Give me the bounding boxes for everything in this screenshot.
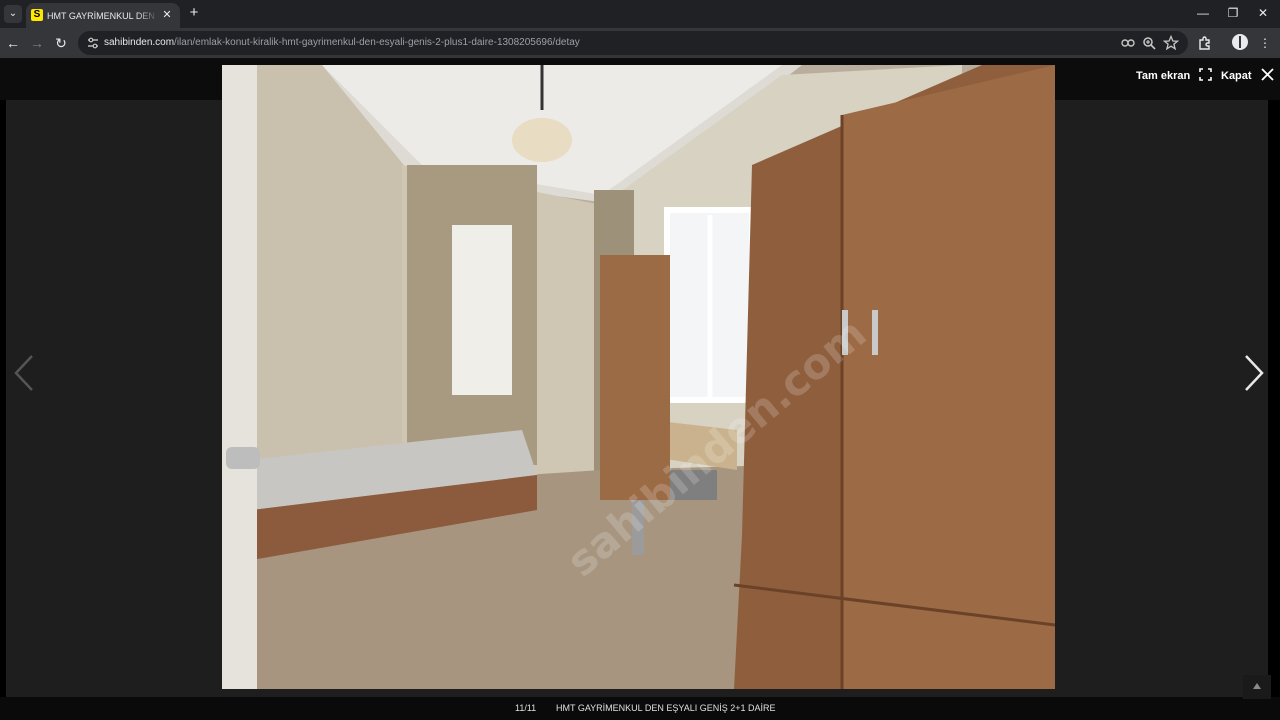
previous-photo-chevron-icon[interactable] [10, 348, 40, 398]
caption-bar: 11/11 HMT GAYRİMENKUL DEN EŞYALI GENİŞ 2… [0, 697, 1280, 720]
photo-counter: 11/11 [515, 703, 537, 713]
address-bar[interactable]: sahibinden.com/ilan/emlak-konut-kiralik-… [78, 31, 1188, 55]
bookmark-star-icon[interactable] [1163, 35, 1179, 51]
photo-caption: HMT GAYRİMENKUL DEN EŞYALI GENİŞ 2+1 DAİ… [556, 703, 776, 713]
next-photo-chevron-icon[interactable] [1238, 348, 1268, 398]
minimize-icon[interactable]: — [1193, 5, 1213, 21]
reload-icon[interactable]: ↻ [52, 34, 70, 52]
tab-title: HMT GAYRİMENKUL DEN EŞYALI GENİŞ 2+1 DAİ… [47, 11, 159, 21]
site-favicon-icon: S [31, 9, 43, 21]
menu-kebab-icon[interactable]: ⋮ [1256, 34, 1274, 52]
url-host: sahibinden.com [104, 37, 175, 48]
url-path: /ilan/emlak-konut-kiralik-hmt-gayrimenku… [174, 37, 580, 48]
extensions-puzzle-icon[interactable] [1196, 34, 1214, 52]
listing-photo: sahibinden.com [222, 65, 1055, 689]
site-info-tune-icon[interactable] [86, 36, 100, 50]
back-arrow-icon[interactable]: ← [4, 34, 22, 52]
scroll-to-top-icon[interactable] [1243, 675, 1271, 699]
restore-icon[interactable]: ❐ [1223, 5, 1243, 21]
zoom-icon[interactable] [1141, 35, 1157, 51]
password-key-icon[interactable] [1120, 35, 1136, 51]
browser-toolbar: ← → ↻ sahibinden.com/ilan/emlak-konut-ki… [0, 28, 1280, 58]
fullscreen-button[interactable]: Tam ekran [1136, 68, 1213, 84]
new-tab-plus-icon[interactable]: + [186, 5, 202, 21]
forward-arrow-icon[interactable]: → [28, 34, 46, 52]
active-tab[interactable]: S HMT GAYRİMENKUL DEN EŞYALI GENİŞ 2+1 D… [26, 3, 180, 28]
tab-search-chevron-icon[interactable]: ⌄ [4, 5, 22, 23]
profile-avatar-icon[interactable] [1232, 34, 1248, 50]
close-lightbox-button[interactable]: Kapat [1221, 68, 1274, 84]
tab-close-icon[interactable]: ✕ [160, 8, 174, 22]
close-label: Kapat [1221, 70, 1252, 82]
fullscreen-label: Tam ekran [1136, 70, 1191, 82]
tab-strip: ⌄ S HMT GAYRİMENKUL DEN EŞYALI GENİŞ 2+1… [0, 0, 1280, 28]
url-text: sahibinden.com/ilan/emlak-konut-kiralik-… [104, 36, 580, 50]
close-icon [1260, 68, 1274, 81]
page-content: Tam ekran Kapat sahibinden.com 11/11 HMT… [0, 58, 1280, 720]
window-close-icon[interactable]: ✕ [1253, 5, 1273, 21]
fullscreen-icon [1199, 68, 1213, 81]
